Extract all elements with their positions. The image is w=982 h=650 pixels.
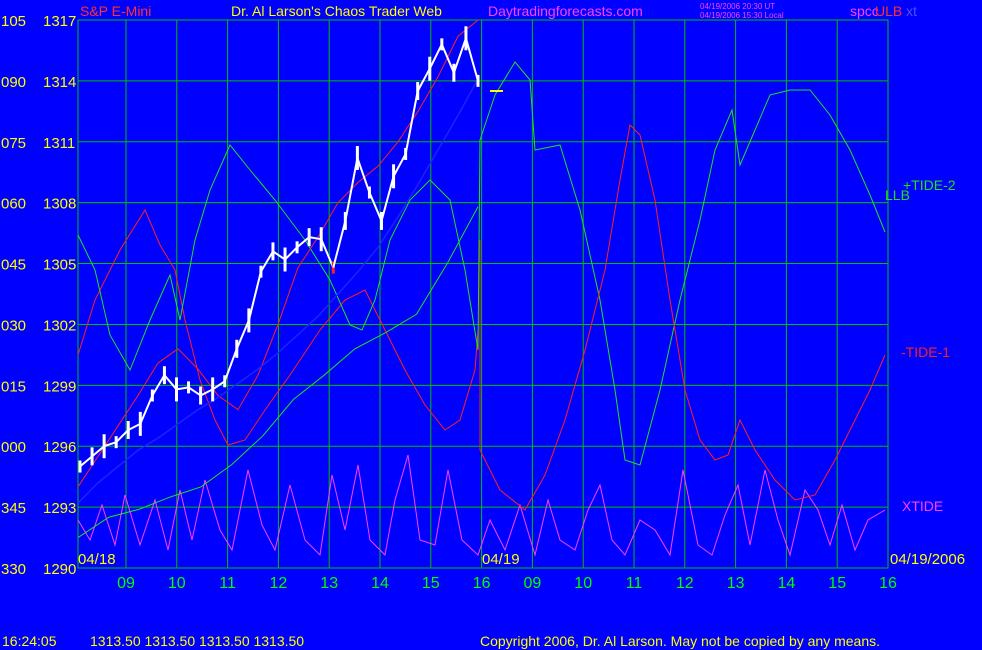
x-tick-label: 09 — [524, 575, 542, 592]
header-overlay2: xt — [906, 3, 917, 19]
y-price-tick-label: 1299 — [43, 378, 76, 395]
x-tick-label: 11 — [626, 575, 643, 592]
date-label-start: 04/18 — [78, 551, 116, 568]
y-left-tick-label: 045 — [1, 257, 26, 274]
header-site: Daytradingforecasts.com — [488, 3, 643, 19]
x-tick-label: 09 — [117, 575, 135, 592]
x-tick-label: 10 — [574, 575, 592, 592]
y-left-tick-label: 015 — [1, 378, 26, 395]
header-timestamp-ut: 04/19/2006 20:30 UT — [700, 2, 775, 11]
y-price-tick-label: 1317 — [43, 13, 76, 30]
y-left-tick-label: 075 — [1, 135, 26, 152]
y-price-tick-label: 1296 — [43, 439, 76, 456]
y-left-tick-label: 000 — [1, 439, 26, 456]
x-tick-label: 11 — [219, 575, 236, 592]
y-left-tick-label: 030 — [1, 317, 26, 334]
series-label-tide1: -TIDE-1 — [901, 344, 950, 360]
y-left-tick-label: 090 — [1, 74, 26, 91]
series-label-xtide: XTIDE — [902, 498, 943, 514]
y-price-tick-label: 1293 — [43, 500, 76, 517]
x-tick-label: 14 — [371, 575, 389, 592]
chaos-trader-chart: 105090075060045030015000345330 131713141… — [0, 0, 982, 650]
x-tick-label: 16 — [879, 575, 897, 592]
y-price-tick-label: 1302 — [43, 317, 76, 334]
y-left-tick-label: 105 — [1, 13, 26, 30]
y-price-tick-label: 1308 — [43, 196, 76, 213]
x-tick-label: 14 — [778, 575, 796, 592]
x-tick-label: 13 — [727, 575, 745, 592]
x-tick-label: 16 — [473, 575, 491, 592]
x-tick-label: 15 — [422, 575, 440, 592]
y-price-tick-label: 1305 — [43, 257, 76, 274]
footer-time: 16:24:05 — [2, 633, 57, 649]
x-tick-label: 12 — [676, 575, 694, 592]
series-label-llb: LLB — [885, 187, 910, 203]
y-price-tick-label: 1311 — [43, 135, 75, 152]
series-label-tide2: +TIDE-2 — [903, 177, 956, 193]
header-title: Dr. Al Larson's Chaos Trader Web — [231, 3, 442, 19]
y-left-tick-label: 060 — [1, 196, 26, 213]
footer-copyright: Copyright 2006, Dr. Al Larson. May not b… — [480, 633, 880, 649]
x-tick-label: 13 — [320, 575, 338, 592]
header-timestamp-local: 04/19/2006 15:30 Local — [700, 11, 784, 20]
x-tick-label: 10 — [168, 575, 186, 592]
header-overlay: ULB — [875, 3, 902, 19]
y-left-tick-label: 330 — [1, 561, 26, 578]
date-label-end: 04/19/2006 — [890, 551, 965, 568]
y-left-tick-label: 345 — [1, 500, 26, 517]
date-label-mid: 04/19 — [482, 551, 520, 568]
footer-quote: 1313.50 1313.50 1313.50 1313.50 — [90, 633, 304, 649]
x-tick-label: 15 — [828, 575, 846, 592]
y-price-tick-label: 1290 — [43, 561, 76, 578]
x-tick-label: 12 — [270, 575, 288, 592]
header-instrument: S&P E-Mini — [80, 3, 151, 19]
y-price-tick-label: 1314 — [43, 74, 76, 91]
